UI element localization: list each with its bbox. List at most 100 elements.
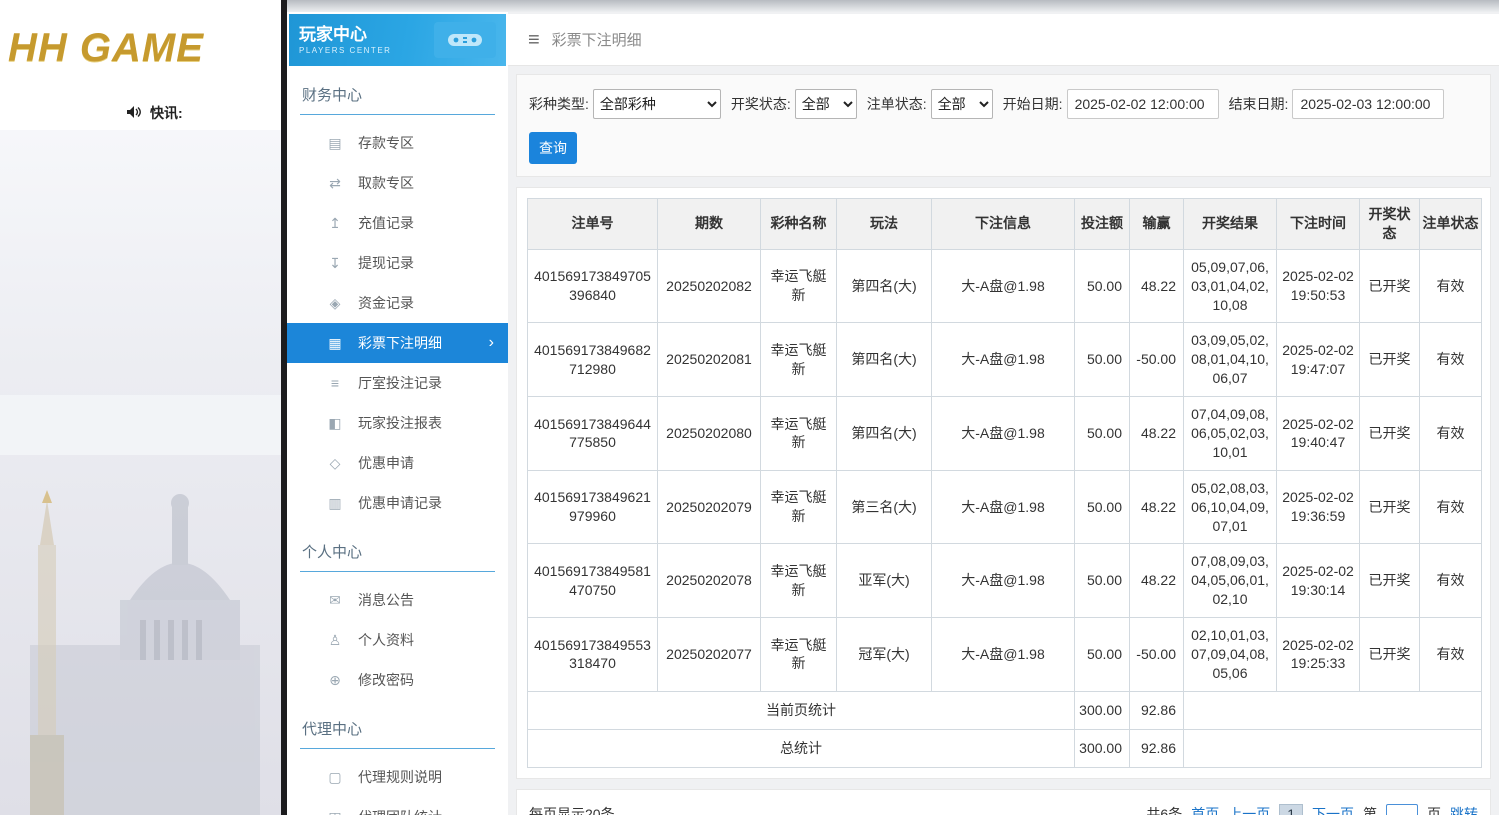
menu-item-icon: ♙ <box>328 631 342 648</box>
first-page-link[interactable]: 首页 <box>1191 804 1219 815</box>
total-count-text: 共6条 <box>1146 806 1183 815</box>
cell-lottery-name: 幸运飞艇新 <box>760 617 837 692</box>
cell-play-type: 第四名(大) <box>836 322 932 398</box>
cell-order-no: 401569173849553318470 <box>527 617 658 692</box>
page-summary-spacer <box>1183 690 1482 730</box>
sidebar-menu-item[interactable]: ✉ 消息公告 › <box>287 580 508 620</box>
column-header: 开奖结果 <box>1183 198 1277 250</box>
sidebar-menu-item[interactable]: ↧ 提现记录 › <box>287 243 508 283</box>
sidebar-menu-item[interactable]: ▥ 优惠申请记录 › <box>287 483 508 523</box>
menu-item-label: 彩票下注明细 <box>358 335 442 351</box>
column-header: 注单号 <box>527 198 658 250</box>
sidebar-subtitle: PLAYERS CENTER <box>299 45 392 55</box>
sidebar-menu-item[interactable]: ◇ 优惠申请 › <box>287 443 508 483</box>
column-header: 彩种名称 <box>760 198 837 250</box>
table-row: 401569173849621979960 20250202079 幸运飞艇新 … <box>527 469 1482 545</box>
column-header: 投注额 <box>1074 198 1130 250</box>
search-button[interactable]: 查询 <box>529 132 577 164</box>
draw-status-select[interactable]: 全部 <box>794 89 857 119</box>
page-jump-input[interactable] <box>1386 803 1418 815</box>
cell-win-loss: -50.00 <box>1129 617 1184 692</box>
cell-lottery-name: 幸运飞艇新 <box>760 322 837 398</box>
cell-order-status: 有效 <box>1419 396 1482 471</box>
cell-order-no: 401569173849621979960 <box>527 469 658 545</box>
menu-item-icon: ◫ <box>327 809 343 815</box>
table-panel: 注单号 期数 彩种名称 玩法 下注信息 投注额 输赢 开奖结果 下注时间 开奖状… <box>516 187 1491 779</box>
end-date-label: 结束日期: <box>1228 96 1289 112</box>
jump-link[interactable]: 跳转 <box>1450 804 1478 815</box>
page-summary-row: 当前页统计 300.00 92.86 <box>527 690 1482 730</box>
menu-item-icon: ✉ <box>329 591 341 608</box>
section-personal-center: 个人中心 <box>300 537 495 572</box>
column-header: 注单状态 <box>1419 198 1482 250</box>
order-status-select[interactable]: 全部 <box>930 89 993 119</box>
end-date-input[interactable] <box>1292 89 1445 119</box>
pagination-panel: 每页显示20条 共6条 首页 上一页 1 下一页 第 页 跳转 <box>516 788 1491 815</box>
menu-item-icon: ↧ <box>329 254 341 271</box>
sidebar-menu-item[interactable]: ♙ 个人资料 › <box>287 620 508 660</box>
chevron-right-icon: › <box>488 334 494 351</box>
menu-item-icon: ≡ <box>330 375 340 391</box>
menu-item-icon: ▦ <box>328 334 342 351</box>
sidebar-menu-item[interactable]: ▢ 代理规则说明 › <box>287 757 508 797</box>
section-finance-center: 财务中心 <box>300 80 495 115</box>
menu-item-icon: ⊕ <box>329 671 341 688</box>
column-header: 开奖状态 <box>1359 198 1420 250</box>
start-date-input[interactable] <box>1066 89 1219 119</box>
cell-order-status: 有效 <box>1419 469 1482 545</box>
cell-bet-time: 2025-02-02 19:30:14 <box>1276 543 1360 619</box>
sidebar-menu-item[interactable]: ▦ 彩票下注明细 › <box>287 323 508 363</box>
menu-item-label: 优惠申请记录 <box>358 495 442 511</box>
cell-play-type: 第四名(大) <box>836 248 932 324</box>
sidebar-menu-item[interactable]: ⊕ 修改密码 › <box>287 660 508 700</box>
sidebar-menu-item[interactable]: ◫ 代理团队统计 › <box>287 797 508 815</box>
lottery-type-label: 彩种类型: <box>529 96 589 112</box>
menu-item-label: 取款专区 <box>358 175 414 191</box>
sidebar-menu-item[interactable]: ◧ 玩家投注报表 › <box>287 403 508 443</box>
menu-item-icon: ▤ <box>328 134 342 151</box>
cell-bet-amount: 50.00 <box>1074 543 1130 619</box>
menu-item-icon: ▥ <box>328 494 342 511</box>
gamepad-icon <box>434 22 496 58</box>
cell-draw-result: 05,09,07,06,03,01,04,02,10,08 <box>1183 248 1277 324</box>
next-page-link[interactable]: 下一页 <box>1312 804 1354 815</box>
cell-bet-info: 大-A盘@1.98 <box>931 396 1075 471</box>
cell-bet-amount: 50.00 <box>1074 396 1130 471</box>
menu-item-label: 充值记录 <box>358 215 414 231</box>
column-header: 下注信息 <box>931 198 1075 250</box>
sidebar-menu-item[interactable]: ⇄ 取款专区 › <box>287 163 508 203</box>
prev-page-link[interactable]: 上一页 <box>1228 804 1270 815</box>
sidebar-menu-item[interactable]: ≡ 厅室投注记录 › <box>287 363 508 403</box>
current-page-button[interactable]: 1 <box>1279 804 1303 815</box>
filter-panel: 彩种类型: 全部彩种 开奖状态: 全部 注单状态: 全部 开始日期: 2025-… <box>516 74 1491 177</box>
cell-win-loss: 48.22 <box>1129 543 1184 619</box>
cell-order-no: 401569173849644775850 <box>527 396 658 471</box>
order-status-label: 注单状态: <box>866 96 927 112</box>
cell-order-status: 有效 <box>1419 543 1482 619</box>
cell-period: 20250202077 <box>657 617 761 692</box>
sidebar-header: 玩家中心 PLAYERS CENTER <box>289 14 506 66</box>
menu-toggle-icon[interactable]: ≡ <box>528 30 540 50</box>
cell-win-loss: 48.22 <box>1129 396 1184 471</box>
sidebar-menu-item[interactable]: ▤ 存款专区 › <box>287 123 508 163</box>
cell-lottery-name: 幸运飞艇新 <box>760 248 837 324</box>
cell-bet-amount: 50.00 <box>1074 248 1130 324</box>
menu-item-icon: ◇ <box>329 454 341 471</box>
cell-draw-status: 已开奖 <box>1359 617 1420 692</box>
lottery-type-select[interactable]: 全部彩种 <box>592 89 721 119</box>
agent-menu: ▢ 代理规则说明 › ◫ 代理团队统计 › <box>287 749 508 815</box>
menu-item-label: 存款专区 <box>358 135 414 151</box>
cell-order-no: 401569173849705396840 <box>527 248 658 324</box>
news-label: 快讯: <box>150 105 183 121</box>
cell-play-type: 冠军(大) <box>836 617 932 692</box>
page: HH GAME 快讯: 玩家中心 PLAYERS CENTER 财务中心 ▤ 存… <box>0 0 1499 815</box>
column-header: 下注时间 <box>1276 198 1360 250</box>
menu-item-icon: ↥ <box>329 214 341 231</box>
sidebar-menu-item[interactable]: ◈ 资金记录 › <box>287 283 508 323</box>
menu-item-label: 资金记录 <box>358 295 414 311</box>
menu-item-label: 代理规则说明 <box>358 769 442 785</box>
sidebar-menu-item[interactable]: ↥ 充值记录 › <box>287 203 508 243</box>
jump-suffix-label: 页 <box>1427 806 1441 815</box>
menu-item-label: 厅室投注记录 <box>358 375 442 391</box>
page-summary-label: 当前页统计 <box>527 690 1075 730</box>
